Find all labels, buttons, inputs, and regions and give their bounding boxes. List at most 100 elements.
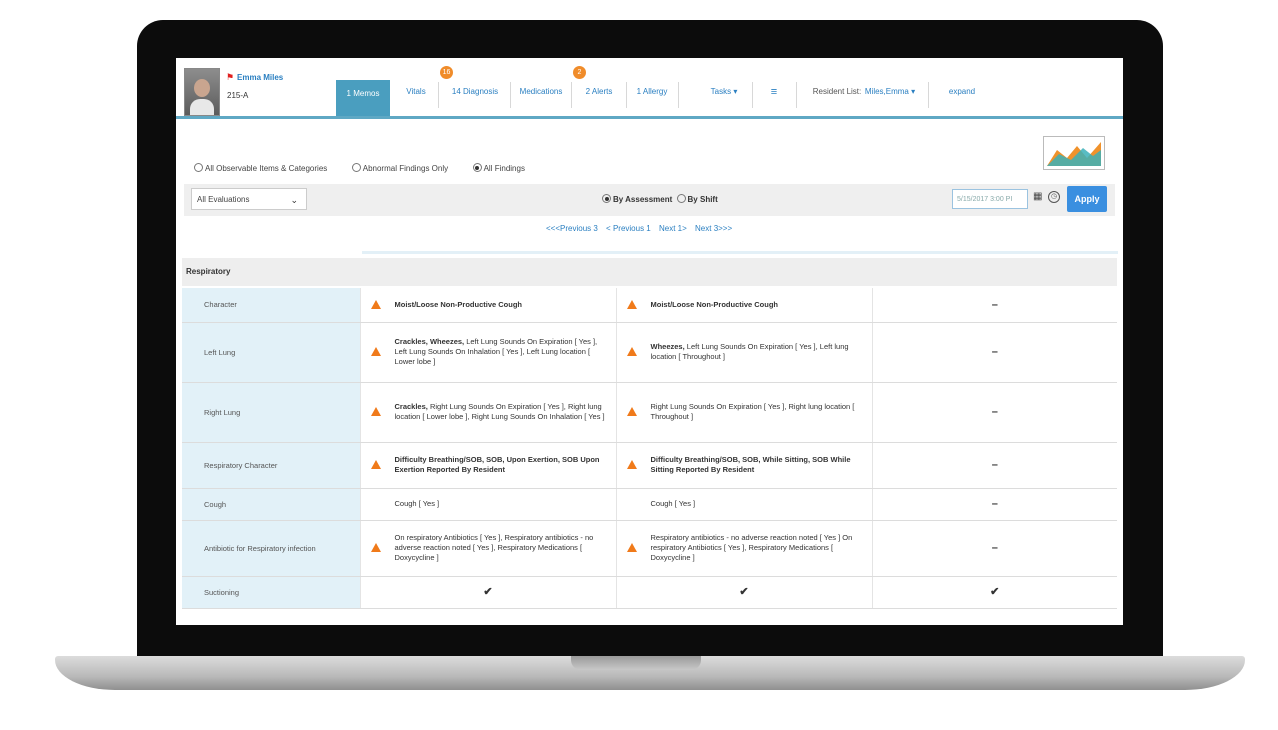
alert-icon xyxy=(370,347,381,356)
label-by-shift: By Shift xyxy=(687,195,718,204)
table-row: Antibiotic for Respiratory infection On … xyxy=(182,520,1117,577)
tasks-menu[interactable]: Tasks ▾ xyxy=(704,78,744,118)
previous-3-link[interactable]: <<<Previous 3 xyxy=(546,224,598,233)
expand-link[interactable]: expand xyxy=(944,78,980,118)
tab-medications[interactable]: Medications xyxy=(513,78,569,118)
tab-allergy[interactable]: 1 Allergy xyxy=(630,78,674,118)
apply-button[interactable]: Apply xyxy=(1067,186,1107,212)
finding-text: On respiratory Antibiotics [ Yes ], Resp… xyxy=(394,533,594,562)
tab-divider xyxy=(510,82,511,108)
next-3-link[interactable]: Next 3>>> xyxy=(695,224,732,233)
tab-alerts[interactable]: 2 Alerts xyxy=(575,78,623,118)
finding-cell[interactable]: Crackles, Wheezes, Left Lung Sounds On E… xyxy=(359,322,616,383)
finding-text: Cough [ Yes ] xyxy=(394,499,440,508)
table-row: Respiratory Character Difficulty Breathi… xyxy=(182,442,1117,489)
table-row: Right Lung Crackles, Right Lung Sounds O… xyxy=(182,382,1117,443)
finding-cell[interactable]: Cough [ Yes ] xyxy=(615,488,872,521)
view-mode-radios: By Assessment By Shift xyxy=(602,194,718,204)
filter-radio-all-items[interactable] xyxy=(194,163,203,172)
tab-divider xyxy=(796,82,797,108)
tab-divider xyxy=(571,82,572,108)
finding-text: Respiratory antibiotics - no adverse rea… xyxy=(650,533,853,562)
tab-divider xyxy=(678,82,679,108)
finding-bold: Crackles, Wheezes, xyxy=(394,337,465,346)
finding-cell[interactable]: Crackles, Right Lung Sounds On Expiratio… xyxy=(359,382,616,443)
avatar xyxy=(184,68,220,116)
row-label: Left Lung xyxy=(182,322,360,383)
row-label: Cough xyxy=(182,488,360,521)
finding-cell[interactable]: Moist/Loose Non-Productive Cough xyxy=(359,288,616,323)
filter-radio-all-findings[interactable] xyxy=(472,163,482,172)
finding-cell[interactable]: Wheezes, Left Lung Sounds On Expiration … xyxy=(615,322,872,383)
chevron-down-icon: ⌄ xyxy=(290,195,298,205)
finding-bold: Wheezes, xyxy=(650,342,685,351)
evaluation-select-value: All Evaluations xyxy=(197,195,250,204)
pager-divider xyxy=(362,251,1118,254)
check-cell: ✔ xyxy=(359,576,616,609)
tab-divider xyxy=(928,82,929,108)
finding-cell[interactable]: Difficulty Breathing/SOB, SOB, While Sit… xyxy=(615,442,872,489)
tab-memos[interactable]: 1 Memos xyxy=(336,80,390,118)
patient-name[interactable]: Emma Miles xyxy=(237,73,283,82)
trend-chart-icon[interactable] xyxy=(1043,136,1105,170)
tab-diagnosis[interactable]: 14 Diagnosis xyxy=(442,78,508,118)
findings-table: Character Moist/Loose Non-Productive Cou… xyxy=(182,288,1117,609)
resident-list-label: Resident List: xyxy=(812,87,862,96)
next-1-link[interactable]: Next 1> xyxy=(659,224,687,233)
section-title: Respiratory xyxy=(182,258,1117,286)
finding-cell[interactable]: Respiratory antibiotics - no adverse rea… xyxy=(615,520,872,577)
filter-radio-abnormal[interactable] xyxy=(351,163,361,172)
tab-divider xyxy=(438,82,439,108)
resident-list-select[interactable]: Miles,Emma ▾ xyxy=(862,78,918,118)
alert-icon xyxy=(626,347,637,356)
alert-icon xyxy=(626,299,637,309)
finding-cell[interactable]: Difficulty Breathing/SOB, SOB, Upon Exer… xyxy=(359,442,616,489)
alert-icon xyxy=(370,460,381,469)
finding-bold: Crackles, xyxy=(394,402,428,411)
filter-label-all-items: All Observable Items & Categories xyxy=(205,164,328,173)
label-by-assessment: By Assessment xyxy=(613,195,673,204)
empty-cell: – xyxy=(871,488,1117,521)
row-label: Antibiotic for Respiratory infection xyxy=(182,520,360,577)
alert-icon xyxy=(626,407,637,416)
finding-bold: Difficulty Breathing/SOB, SOB, While Sit… xyxy=(650,455,851,474)
finding-cell[interactable]: On respiratory Antibiotics [ Yes ], Resp… xyxy=(359,520,616,577)
previous-1-link[interactable]: < Previous 1 xyxy=(606,224,651,233)
table-row: Cough Cough [ Yes ] Cough [ Yes ] – xyxy=(182,488,1117,521)
alert-icon xyxy=(370,407,381,416)
calendar-icon[interactable]: ▦ xyxy=(1033,191,1042,202)
resident-header: ⚑ Emma Miles 215-A 1 Memos Vitals 14 Dia… xyxy=(176,58,1123,119)
clock-icon[interactable]: ◷ xyxy=(1048,191,1060,203)
table-row: Character Moist/Loose Non-Productive Cou… xyxy=(182,288,1117,323)
empty-cell: – xyxy=(871,442,1117,489)
tab-vitals[interactable]: Vitals xyxy=(398,78,434,118)
alert-icon xyxy=(370,543,381,552)
finding-cell[interactable]: Right Lung Sounds On Expiration [ Yes ],… xyxy=(615,382,872,443)
row-label: Right Lung xyxy=(182,382,360,443)
alerts-badge: 2 xyxy=(573,66,586,79)
flag-icon: ⚑ xyxy=(226,72,235,82)
radio-by-assessment[interactable] xyxy=(602,194,611,203)
table-row: Suctioning ✔ ✔ ✔ xyxy=(182,576,1117,609)
finding-cell[interactable]: Moist/Loose Non-Productive Cough xyxy=(615,288,872,323)
evaluation-toolbar: All Evaluations ⌄ By Assessment By Shift… xyxy=(184,184,1115,216)
alert-icon xyxy=(626,543,637,552)
radio-by-shift[interactable] xyxy=(676,194,686,203)
finding-text: Cough [ Yes ] xyxy=(650,499,696,508)
row-label: Suctioning xyxy=(182,576,360,609)
diagnosis-badge: 16 xyxy=(440,66,453,79)
app-screen: ⚑ Emma Miles 215-A 1 Memos Vitals 14 Dia… xyxy=(176,58,1123,625)
finding-bold: Moist/Loose Non-Productive Cough xyxy=(650,299,779,309)
finding-cell[interactable]: Cough [ Yes ] xyxy=(359,488,616,521)
finding-text: Right Lung Sounds On Expiration [ Yes ],… xyxy=(650,402,855,421)
empty-cell: – xyxy=(871,520,1117,577)
evaluation-select[interactable]: All Evaluations ⌄ xyxy=(191,188,307,210)
filter-label-abnormal: Abnormal Findings Only xyxy=(362,164,449,173)
empty-cell: – xyxy=(871,288,1117,323)
tab-divider xyxy=(752,82,753,108)
row-label: Respiratory Character xyxy=(182,442,360,489)
date-input[interactable]: 5/15/2017 3:00 PI xyxy=(952,189,1028,209)
assessment-pager: <<<Previous 3 < Previous 1 Next 1> Next … xyxy=(546,224,738,233)
table-row: Left Lung Crackles, Wheezes, Left Lung S… xyxy=(182,322,1117,383)
menu-icon[interactable]: ≡ xyxy=(762,78,786,118)
